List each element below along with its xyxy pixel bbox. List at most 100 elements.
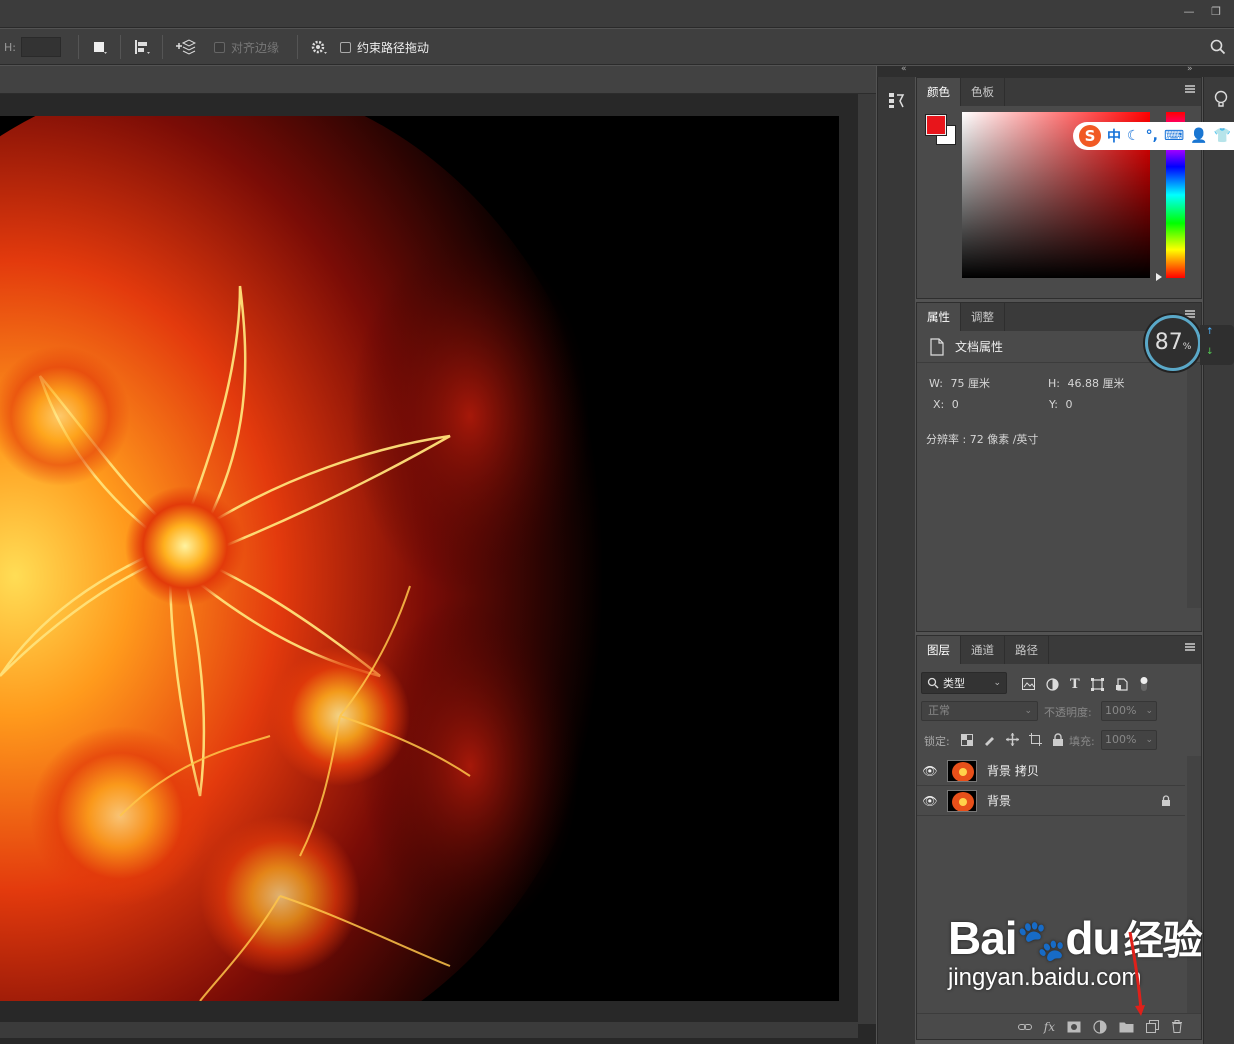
height-input[interactable] <box>20 37 61 57</box>
blend-mode-select[interactable]: 正常 ⌄ <box>921 701 1038 721</box>
baidu-watermark: Bai🐾du 经验 jingyan.baidu.com <box>948 915 1203 992</box>
layer-row-background-copy[interactable]: 👁 背景 拷贝 <box>917 756 1185 786</box>
layer-thumbnail <box>947 789 977 812</box>
width-value[interactable]: 75 厘米 <box>950 377 990 390</box>
ime-toolbar[interactable]: S 中 ☾ °, ⌨ 👤 👕 <box>1073 122 1234 150</box>
layer-filter-select[interactable]: 类型 ⌄ <box>921 672 1007 694</box>
tab-swatches[interactable]: 色板 <box>961 78 1005 106</box>
height-value[interactable]: 46.88 厘米 <box>1067 377 1124 390</box>
fx-icon[interactable]: fx <box>1044 1020 1055 1034</box>
path-alignment-icon[interactable] <box>134 29 152 65</box>
lock-icon <box>1162 794 1170 806</box>
add-mask-icon[interactable] <box>1067 1021 1081 1033</box>
panel-icon-strip <box>877 77 915 1044</box>
new-layer-icon[interactable] <box>1146 1020 1159 1033</box>
x-value[interactable]: 0 <box>952 398 959 411</box>
document-icon <box>930 337 944 356</box>
lock-transparent-pixels-icon[interactable] <box>961 733 973 746</box>
user-icon[interactable]: 👤 <box>1190 128 1207 144</box>
type-filter-icon[interactable]: T <box>1070 677 1080 692</box>
filter-toggle-icon[interactable] <box>1139 676 1149 692</box>
network-speed-widget: ↑ ↓ <box>1200 325 1234 365</box>
panel-dock-header: « » <box>877 64 1234 77</box>
vertical-scrollbar[interactable] <box>858 94 876 1024</box>
gauge-unit: % <box>1182 342 1192 352</box>
expand-icon[interactable]: » <box>1187 64 1193 74</box>
search-icon[interactable] <box>1210 29 1226 65</box>
height-label: H: <box>4 40 16 54</box>
collapse-icon[interactable]: « <box>901 64 907 74</box>
panel-menu-icon[interactable] <box>1185 85 1195 93</box>
color-panel: 颜色 色板 <box>916 77 1202 299</box>
fire-flower-artwork <box>0 116 839 1001</box>
red-arrow-annotation <box>1128 931 1145 1016</box>
lock-image-pixels-icon[interactable] <box>983 733 996 746</box>
adjustment-filter-icon[interactable] <box>1046 677 1059 691</box>
right-icon-strip <box>1203 77 1234 1044</box>
eye-icon[interactable]: 👁 <box>917 764 943 778</box>
adjustment-layer-icon[interactable] <box>1093 1019 1107 1034</box>
upload-arrow-icon: ↑ <box>1206 327 1214 337</box>
gear-icon[interactable] <box>311 29 329 65</box>
height-label: H: <box>1048 377 1060 390</box>
history-icon[interactable] <box>888 91 906 112</box>
image-filter-icon[interactable] <box>1022 678 1035 690</box>
options-bar: H: 对齐边缘 约束路径拖动 <box>0 29 1234 65</box>
lock-position-icon[interactable] <box>1006 733 1019 746</box>
chevron-down-icon: ⌄ <box>993 678 1001 688</box>
restore-button[interactable]: ❐ <box>1205 3 1227 21</box>
paw-icon: 🐾 <box>1016 919 1067 963</box>
panel-menu-icon[interactable] <box>1185 310 1195 318</box>
sogou-logo-icon[interactable]: S <box>1079 125 1101 147</box>
foreground-color-swatch[interactable] <box>925 114 947 136</box>
tab-layers[interactable]: 图层 <box>917 636 961 664</box>
chevron-down-icon: ⌄ <box>1145 735 1153 745</box>
gauge-value: 87 <box>1154 330 1183 355</box>
shape-filter-icon[interactable] <box>1090 677 1104 691</box>
resolution-text: 分辨率 : 72 像素 /英寸 <box>926 433 1039 446</box>
constrain-path-option[interactable]: 约束路径拖动 <box>340 29 429 65</box>
properties-scrollbar[interactable] <box>1187 363 1201 608</box>
path-arrangement-icon[interactable] <box>174 29 196 65</box>
ime-language-indicator[interactable]: 中 <box>1107 126 1121 146</box>
horizontal-scrollbar[interactable] <box>0 1022 858 1038</box>
constrain-path-checkbox[interactable] <box>340 41 351 53</box>
width-label: W: <box>929 377 943 390</box>
path-operations-icon[interactable] <box>92 29 108 65</box>
y-value[interactable]: 0 <box>1065 398 1072 411</box>
fill-input[interactable]: 100% ⌄ <box>1101 730 1157 750</box>
tab-channels[interactable]: 通道 <box>961 636 1005 664</box>
y-label: Y: <box>1049 398 1058 411</box>
chevron-down-icon: ⌄ <box>1145 706 1153 716</box>
tab-adjustments[interactable]: 调整 <box>961 303 1005 331</box>
minimize-button[interactable]: — <box>1178 3 1200 21</box>
smart-object-filter-icon[interactable] <box>1115 677 1128 691</box>
punctuation-icon[interactable]: °, <box>1146 128 1158 144</box>
x-label: X: <box>933 398 945 411</box>
panel-menu-icon[interactable] <box>1185 643 1195 651</box>
hue-slider-handle[interactable] <box>1156 273 1162 281</box>
layer-name[interactable]: 背景 <box>987 792 1011 809</box>
tab-paths[interactable]: 路径 <box>1005 636 1049 664</box>
performance-gauge[interactable]: 87% <box>1145 315 1201 371</box>
layer-name[interactable]: 背景 拷贝 <box>987 762 1039 779</box>
lightbulb-icon[interactable] <box>1213 90 1229 113</box>
align-edges-checkbox[interactable] <box>214 41 225 53</box>
moon-icon[interactable]: ☾ <box>1127 128 1140 144</box>
tab-properties[interactable]: 属性 <box>917 303 961 331</box>
tab-color[interactable]: 颜色 <box>917 78 961 106</box>
eye-icon[interactable]: 👁 <box>917 794 943 808</box>
lock-all-icon[interactable] <box>1052 733 1064 746</box>
folder-icon[interactable] <box>1119 1021 1134 1033</box>
layer-row-background[interactable]: 👁 背景 <box>917 786 1185 816</box>
link-layers-icon[interactable] <box>1017 1022 1032 1032</box>
lock-artboard-icon[interactable] <box>1029 733 1042 746</box>
keyboard-icon[interactable]: ⌨ <box>1164 128 1184 144</box>
canvas[interactable] <box>0 116 839 1001</box>
align-edges-option[interactable]: 对齐边缘 <box>214 29 279 65</box>
fill-label: 填充: <box>1069 735 1095 748</box>
skin-icon[interactable]: 👕 <box>1214 128 1231 144</box>
trash-icon[interactable] <box>1171 1020 1183 1033</box>
opacity-input[interactable]: 100% ⌄ <box>1101 701 1157 721</box>
title-bar: — ❐ <box>0 0 1234 28</box>
